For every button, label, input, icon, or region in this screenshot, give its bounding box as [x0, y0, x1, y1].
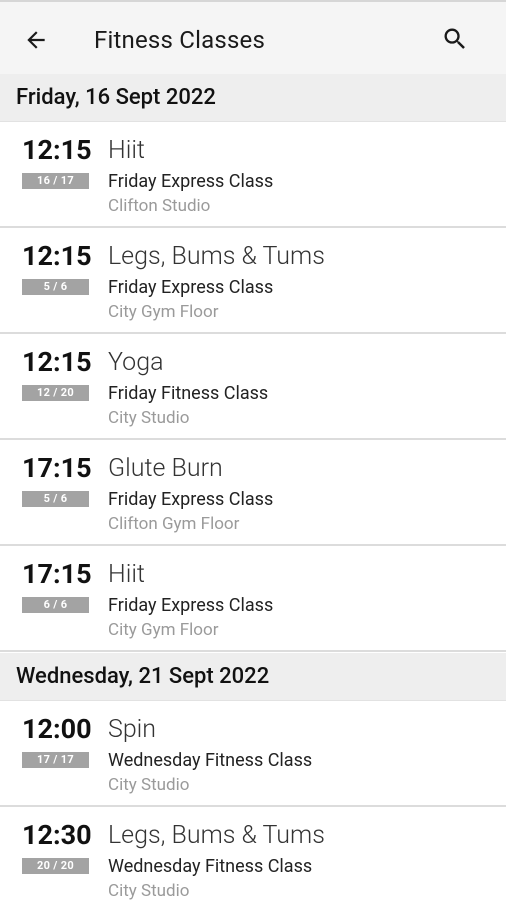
class-location: Clifton Studio: [108, 196, 211, 216]
spaces-badge: 5 / 6: [22, 279, 89, 295]
class-name: Spin: [108, 715, 157, 744]
class-type: Friday Express Class: [108, 595, 274, 616]
class-type: Wednesday Fitness Class: [108, 750, 313, 771]
spaces-badge: 5 / 6: [22, 491, 89, 507]
class-name: Legs, Bums & Tums: [108, 821, 325, 850]
class-location: City Gym Floor: [108, 302, 219, 322]
class-list-item[interactable]: 12:15 12 / 20 Yoga Friday Fitness Class …: [0, 334, 506, 440]
spaces-badge: 6 / 6: [22, 597, 89, 613]
class-name: Hiit: [108, 136, 145, 165]
spaces-badge: 16 / 17: [22, 173, 89, 189]
search-icon: [444, 28, 465, 49]
section-date: Friday, 16 Sept 2022: [16, 85, 216, 110]
class-list-item[interactable]: 12:15 5 / 6 Legs, Bums & Tums Friday Exp…: [0, 228, 506, 334]
class-name: Legs, Bums & Tums: [108, 242, 325, 271]
class-list-item[interactable]: 12:30 20 / 20 Legs, Bums & Tums Wednesda…: [0, 807, 506, 900]
class-list-item[interactable]: 12:00 17 / 17 Spin Wednesday Fitness Cla…: [0, 701, 506, 807]
class-time: 12:15: [22, 240, 92, 272]
class-location: Clifton Gym Floor: [108, 514, 240, 534]
class-type: Friday Express Class: [108, 489, 274, 510]
spaces-badge: 12 / 20: [22, 385, 89, 401]
date-section-header: Wednesday, 21 Sept 2022: [0, 653, 506, 701]
class-type: Wednesday Fitness Class: [108, 856, 313, 877]
class-time: 12:30: [22, 819, 92, 851]
search-button[interactable]: [438, 22, 472, 56]
class-list-item[interactable]: 17:15 6 / 6 Hiit Friday Express Class Ci…: [0, 546, 506, 652]
class-time: 17:15: [22, 558, 92, 590]
class-list-item[interactable]: 12:15 16 / 17 Hiit Friday Express Class …: [0, 122, 506, 228]
class-type: Friday Express Class: [108, 277, 274, 298]
class-time: 17:15: [22, 452, 92, 484]
class-time: 12:15: [22, 134, 92, 166]
class-location: City Studio: [108, 881, 190, 900]
class-name: Glute Burn: [108, 454, 223, 483]
class-location: City Studio: [108, 408, 190, 428]
class-location: City Gym Floor: [108, 620, 219, 640]
spaces-badge: 17 / 17: [22, 752, 89, 768]
class-time: 12:00: [22, 713, 92, 745]
class-location: City Studio: [108, 775, 190, 795]
page-title: Fitness Classes: [94, 26, 266, 54]
class-list-item[interactable]: 17:15 5 / 6 Glute Burn Friday Express Cl…: [0, 440, 506, 546]
class-name: Hiit: [108, 560, 145, 589]
app-bar: Fitness Classes: [0, 2, 506, 74]
spaces-badge: 20 / 20: [22, 858, 89, 874]
section-date: Wednesday, 21 Sept 2022: [16, 664, 270, 689]
arrow-left-icon: [27, 31, 45, 49]
class-type: Friday Express Class: [108, 171, 274, 192]
back-button[interactable]: [20, 24, 52, 56]
class-type: Friday Fitness Class: [108, 383, 269, 404]
date-section-header: Friday, 16 Sept 2022: [0, 74, 506, 122]
class-name: Yoga: [108, 348, 164, 377]
class-time: 12:15: [22, 346, 92, 378]
